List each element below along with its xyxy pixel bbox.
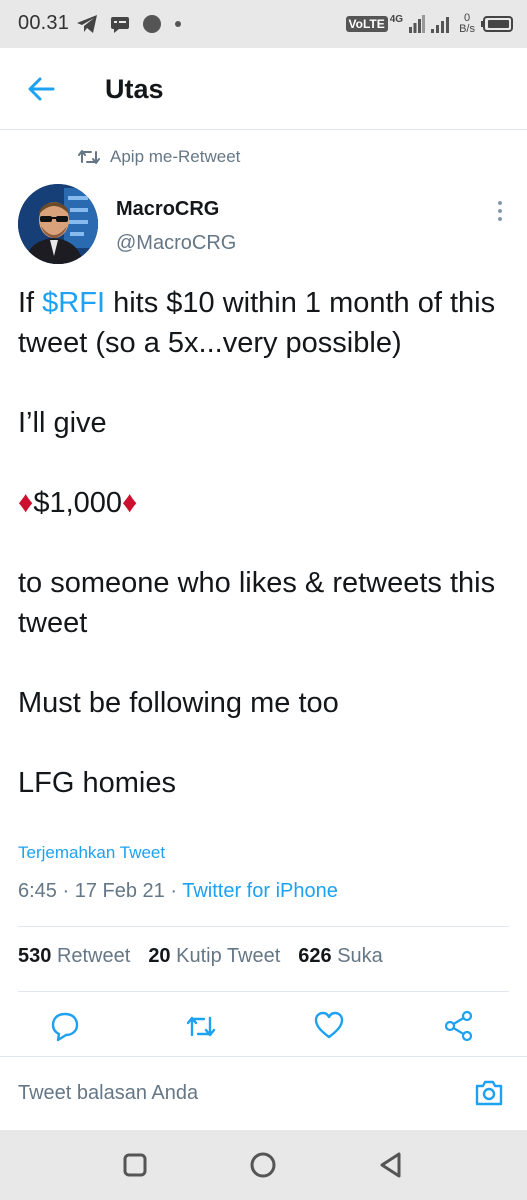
avatar-image — [18, 184, 98, 264]
more-vertical-icon[interactable] — [495, 200, 505, 222]
quote-tweets-stat[interactable]: 20 Kutip Tweet — [148, 945, 280, 968]
signal-icon — [409, 15, 426, 33]
tweet-line-4: to someone who likes & retweets this twe… — [18, 567, 496, 639]
divider — [18, 991, 509, 992]
message-icon — [111, 17, 129, 33]
retweet-icon — [78, 150, 100, 164]
meta-separator: · — [164, 880, 183, 902]
tweet-amount: $1,000 — [33, 487, 123, 519]
retweet-icon[interactable] — [185, 1008, 217, 1044]
telegram-icon — [77, 15, 97, 33]
retweets-count: 530 — [18, 945, 52, 967]
battery-icon — [481, 16, 513, 32]
app-header: Utas — [0, 48, 527, 130]
signal-icon-2 — [431, 17, 450, 33]
avatar[interactable] — [18, 184, 98, 264]
heart-icon[interactable] — [313, 1008, 345, 1044]
tweet-line-5: Must be following me too — [18, 687, 339, 719]
network-type-label: 4G — [389, 13, 404, 25]
tweet-meta: 6:45 · 17 Feb 21 · Twitter for iPhone — [18, 880, 338, 903]
retweet-context-label: Apip me-Retweet — [110, 147, 241, 166]
dot-icon — [175, 21, 181, 27]
home-icon[interactable] — [248, 1150, 278, 1180]
translate-tweet-link[interactable]: Terjemahkan Tweet — [18, 843, 165, 863]
diamond-emoji-icon: ♦ — [18, 486, 34, 519]
recents-icon[interactable] — [120, 1150, 150, 1180]
tweet-date: 17 Feb 21 — [74, 880, 165, 902]
reply-icon[interactable] — [49, 1008, 81, 1044]
retweets-label: Retweet — [56, 945, 131, 967]
tweet-line-2: I’ll give — [18, 407, 107, 439]
data-rate: 0 B/s — [459, 13, 475, 35]
likes-count: 626 — [298, 945, 332, 967]
status-system-icons: VoLTE 4G 0 B/s — [345, 10, 513, 38]
system-nav-bar — [0, 1130, 527, 1200]
status-notification-icons — [76, 12, 182, 36]
quotes-label: Kutip Tweet — [176, 945, 281, 967]
tweet-time: 6:45 — [18, 880, 57, 902]
divider — [18, 926, 509, 927]
share-icon[interactable] — [443, 1008, 475, 1044]
tweet-line-3: ♦$1,000♦ — [18, 483, 513, 523]
tweet-line-1: If $RFI hits $10 within 1 month of this … — [18, 283, 513, 363]
data-rate-unit: B/s — [459, 23, 475, 35]
tweet-line-6: LFG homies — [18, 767, 176, 799]
retweets-stat[interactable]: 530 Retweet — [18, 945, 130, 968]
volte-badge: VoLTE — [345, 16, 388, 32]
back-nav-icon[interactable] — [376, 1150, 406, 1180]
likes-label: Suka — [337, 945, 383, 967]
circle-notification-icon — [143, 15, 161, 33]
arrow-left-icon[interactable] — [26, 74, 56, 104]
tweet-text-prefix: If — [18, 287, 43, 319]
author-name[interactable]: MacroCRG — [116, 198, 219, 221]
status-bar: 00.31 VoLTE 4G 0 B/s — [0, 0, 527, 48]
tweet-source-link[interactable]: Twitter for iPhone — [182, 880, 338, 902]
author-handle[interactable]: @MacroCRG — [116, 232, 236, 255]
tweet-text: If $RFI hits $10 within 1 month of this … — [18, 283, 513, 803]
quotes-count: 20 — [148, 945, 171, 967]
diamond-emoji-icon: ♦ — [122, 486, 138, 519]
cashtag-link[interactable]: $RFI — [42, 287, 105, 319]
tweet-actions — [0, 1008, 527, 1048]
tweet-stats: 530 Retweet 20 Kutip Tweet 626 Suka — [18, 945, 383, 968]
reply-input[interactable] — [18, 1071, 458, 1115]
meta-separator: · — [56, 880, 75, 902]
reply-composer — [0, 1056, 527, 1130]
likes-stat[interactable]: 626 Suka — [298, 945, 383, 968]
retweet-context[interactable]: Apip me-Retweet — [78, 147, 240, 167]
page-title: Utas — [105, 74, 164, 104]
camera-icon[interactable] — [473, 1077, 505, 1109]
status-time: 00.31 — [18, 12, 70, 34]
